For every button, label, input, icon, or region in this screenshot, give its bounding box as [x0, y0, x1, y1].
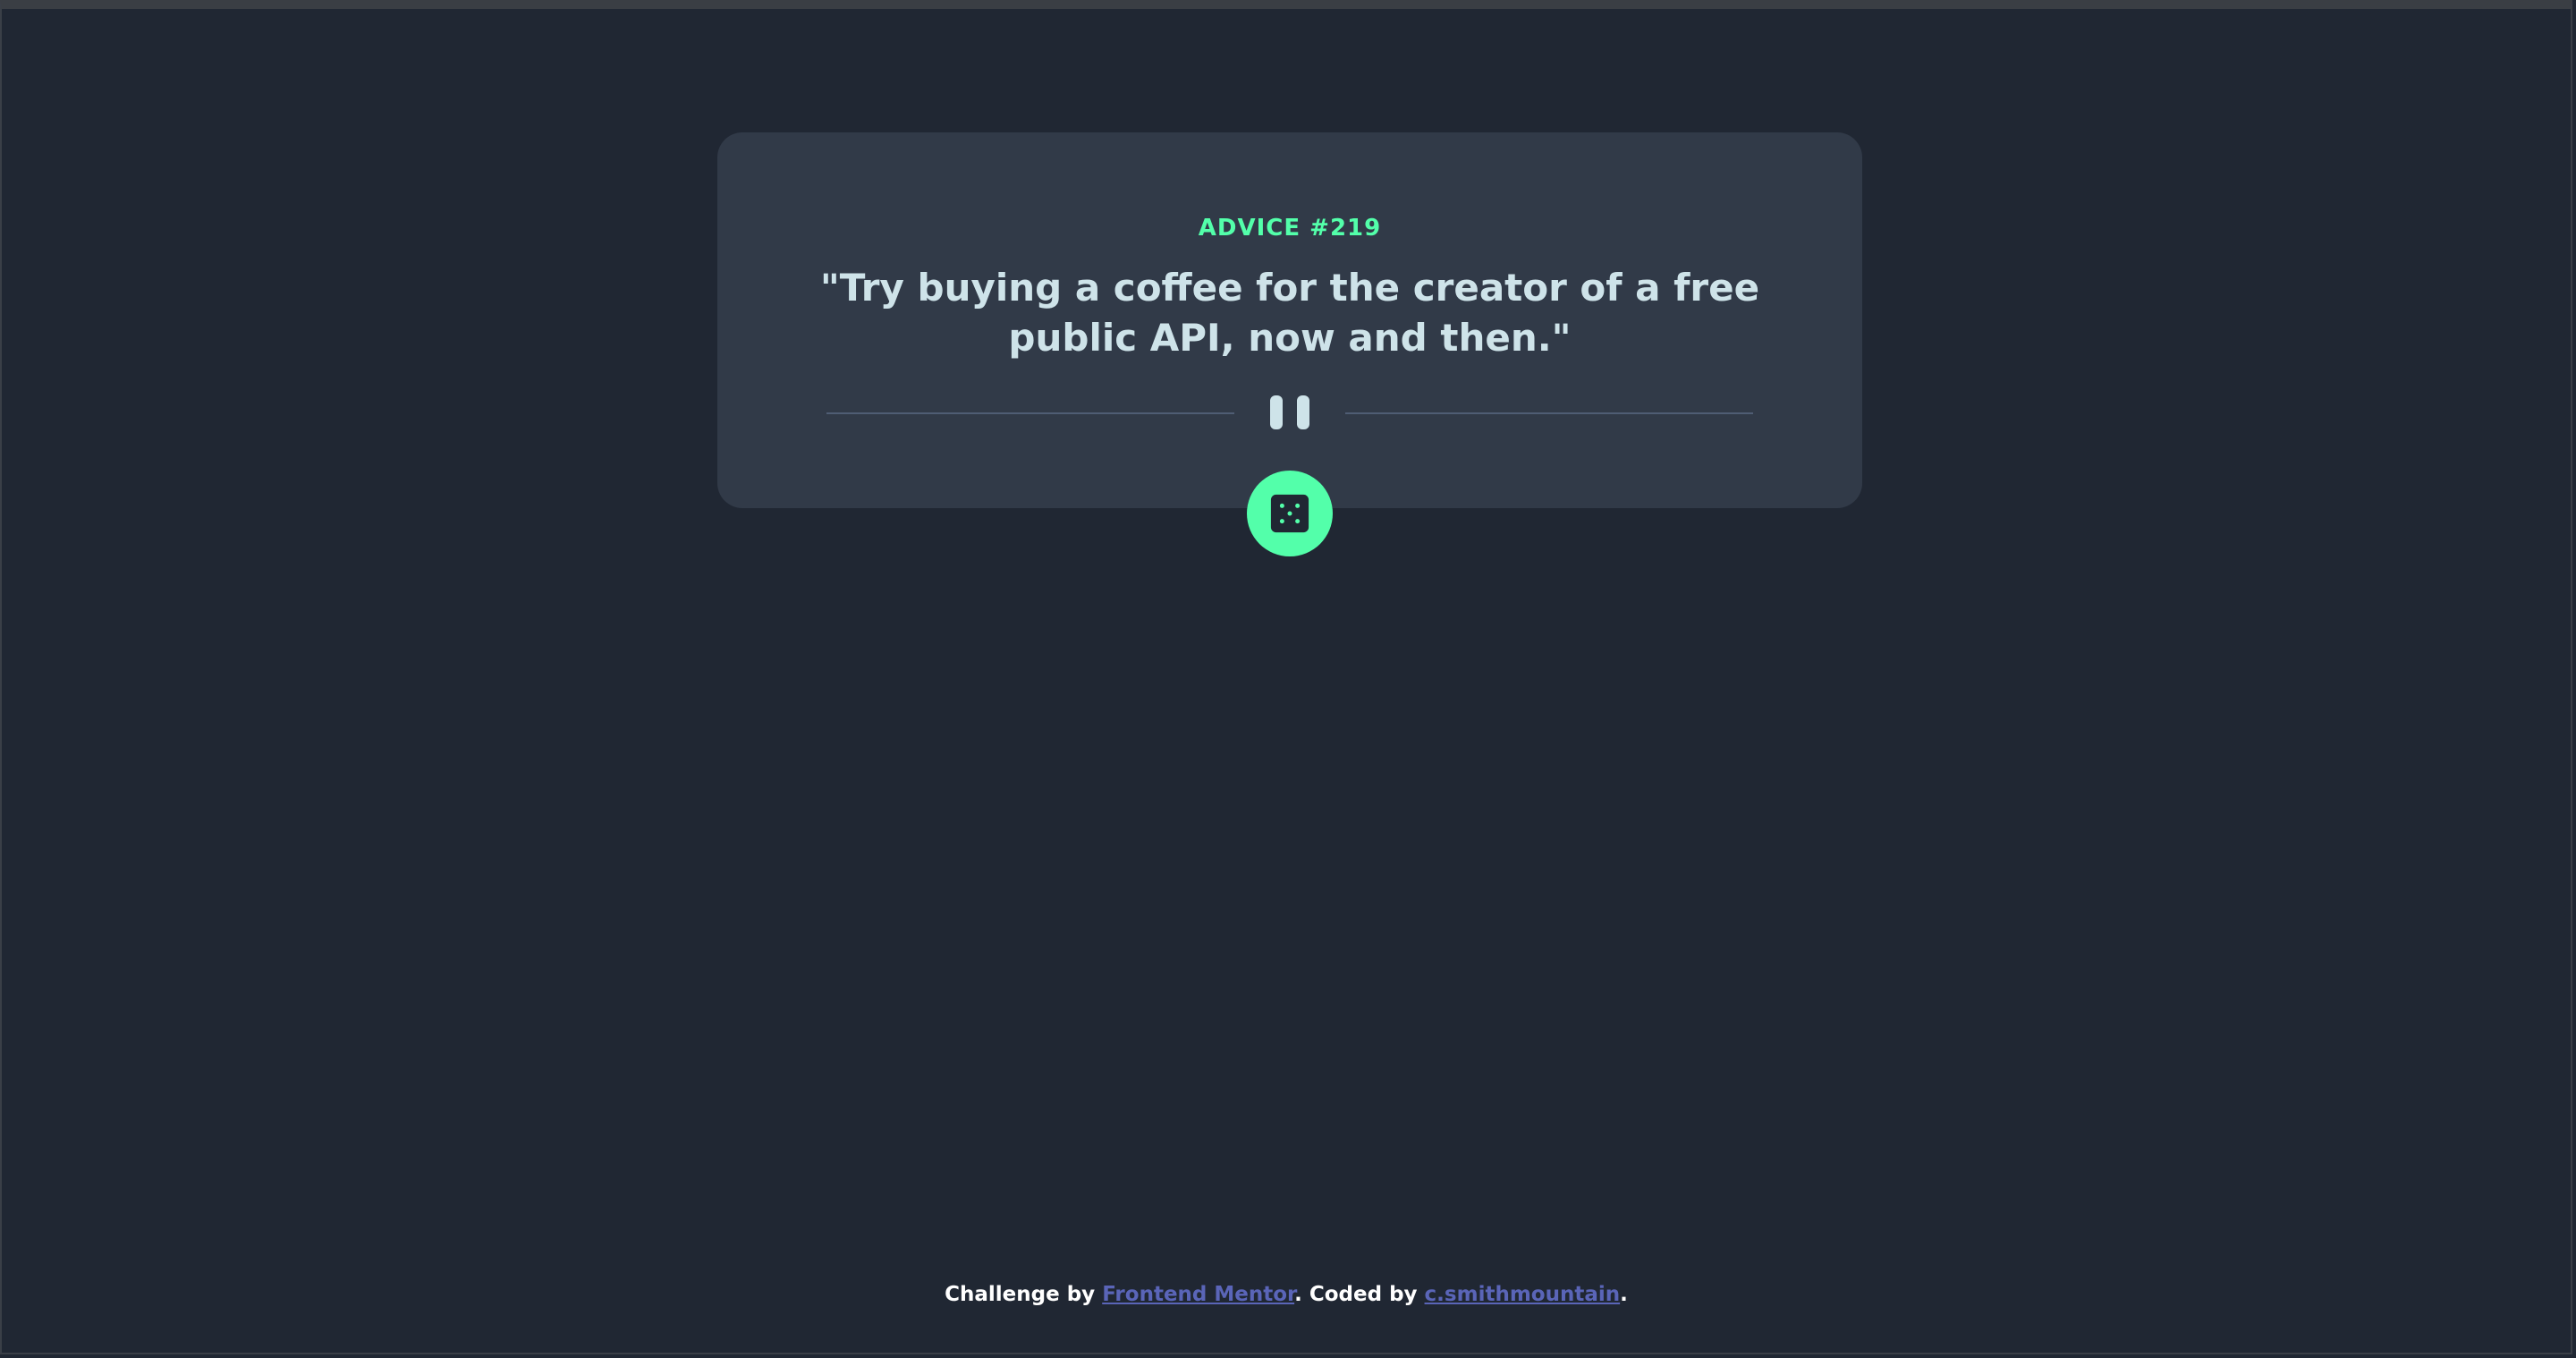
- browser-viewport: ADVICE #219 "Try buying a coffee for the…: [0, 0, 2572, 1354]
- frontend-mentor-link[interactable]: Frontend Mentor: [1102, 1283, 1294, 1306]
- new-advice-button[interactable]: [1247, 471, 1333, 556]
- divider-line-left: [826, 412, 1234, 414]
- dice-icon: [1270, 494, 1309, 533]
- pause-icon: [1268, 395, 1311, 431]
- pause-bar-right: [1297, 395, 1309, 429]
- footer-challenge-text: Challenge by: [945, 1283, 1103, 1306]
- author-link[interactable]: c.smithmountain: [1425, 1283, 1621, 1306]
- advice-id: ADVICE #219: [1198, 215, 1382, 242]
- advice-quote: "Try buying a coffee for the creator of …: [819, 266, 1760, 360]
- divider-line-right: [1345, 412, 1753, 414]
- footer-suffix: .: [1620, 1283, 1628, 1306]
- pause-bar-left: [1270, 395, 1283, 429]
- advice-card: ADVICE #219 "Try buying a coffee for the…: [717, 132, 1862, 508]
- pattern-divider: [826, 395, 1753, 431]
- attribution-footer: Challenge by Frontend Mentor. Coded by c…: [2, 1283, 2571, 1306]
- footer-coded-text: . Coded by: [1294, 1283, 1425, 1306]
